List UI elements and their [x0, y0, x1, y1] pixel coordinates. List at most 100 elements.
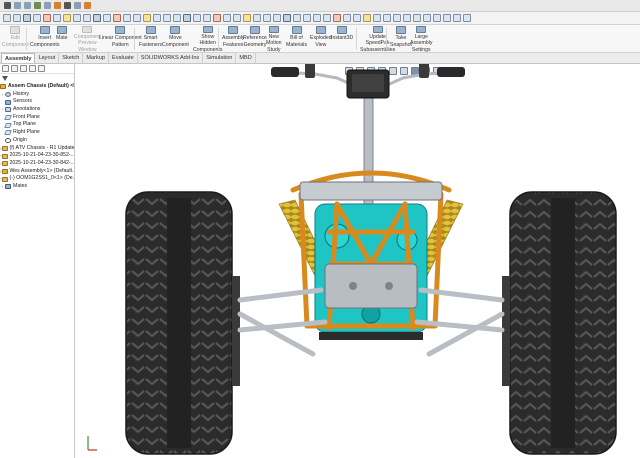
- tree-item[interactable]: › Mates: [0, 183, 74, 191]
- toolbar-tool-icon[interactable]: [113, 14, 121, 22]
- toolbar-tool-icon[interactable]: [233, 14, 241, 22]
- toolbar-tool-icon[interactable]: [323, 14, 331, 22]
- toolbar-tool-icon[interactable]: [463, 14, 471, 22]
- dimxpert-icon[interactable]: [29, 65, 36, 72]
- toolbar-tool-icon[interactable]: [163, 14, 171, 22]
- feature-manager-icon[interactable]: [2, 65, 9, 72]
- skid-plate[interactable]: [319, 332, 423, 340]
- tree-item[interactable]: › 2025-10-21-04-23-30-852-...: [0, 152, 74, 160]
- ribbon-button-exploded-view[interactable]: Exploded View: [310, 26, 332, 53]
- ribbon-button-smart-fasteners[interactable]: Smart Fasteners: [139, 26, 162, 53]
- tree-item[interactable]: › (-) OOM1G2SS1_0<1> (De...: [0, 175, 74, 183]
- toolbar-tool-icon[interactable]: [63, 14, 71, 22]
- select-icon[interactable]: [64, 2, 71, 9]
- toolbar-tool-icon[interactable]: [103, 14, 111, 22]
- tree-item[interactable]: › 2025-10-21-04-23-30-842-...: [0, 160, 74, 168]
- undo-icon[interactable]: [54, 2, 61, 9]
- tab-solidworks-add-ins[interactable]: SOLIDWORKS Add-Ins: [138, 53, 204, 63]
- toolbar-tool-icon[interactable]: [13, 14, 21, 22]
- tree-item[interactable]: › History: [0, 91, 74, 99]
- toolbar-tool-icon[interactable]: [43, 14, 51, 22]
- ribbon-button-component-preview-window[interactable]: Component Preview Window: [74, 26, 101, 53]
- toolbar-tool-icon[interactable]: [273, 14, 281, 22]
- toolbar-tool-icon[interactable]: [373, 14, 381, 22]
- toolbar-tool-icon[interactable]: [393, 14, 401, 22]
- ribbon-button-assembly-features[interactable]: Assembly Features: [222, 26, 245, 53]
- ribbon-button-new-motion-study[interactable]: New Motion Study: [266, 26, 282, 53]
- pointer-icon[interactable]: [4, 2, 11, 9]
- toolbar-tool-icon[interactable]: [93, 14, 101, 22]
- left-control-arms[interactable]: [237, 287, 328, 357]
- open-icon[interactable]: [24, 2, 31, 9]
- ribbon-button-move-component[interactable]: Move Component: [162, 26, 189, 53]
- toolbar-tool-icon[interactable]: [303, 14, 311, 22]
- tree-item[interactable]: Assem Chassis (Default) <Displ...: [0, 83, 74, 91]
- tree-item[interactable]: Front Plane: [0, 114, 74, 122]
- tree-item[interactable]: › Annotations: [0, 106, 74, 114]
- ribbon-button-take-snapshot[interactable]: Take Snapshot: [390, 26, 412, 53]
- tree-item[interactable]: Top Plane: [0, 121, 74, 129]
- toolbar-tool-icon[interactable]: [23, 14, 31, 22]
- tab-markup[interactable]: Markup: [83, 53, 109, 63]
- toolbar-tool-icon[interactable]: [153, 14, 161, 22]
- toolbar-tool-icon[interactable]: [223, 14, 231, 22]
- atv-chassis-model[interactable]: [75, 64, 640, 458]
- ribbon-button-edit-component[interactable]: Edit Component: [2, 26, 29, 53]
- toolbar-tool-icon[interactable]: [363, 14, 371, 22]
- toolbar-tool-icon[interactable]: [203, 14, 211, 22]
- toolbar-tool-icon[interactable]: [33, 14, 41, 22]
- save-icon[interactable]: [34, 2, 41, 9]
- toolbar-tool-icon[interactable]: [333, 14, 341, 22]
- print-icon[interactable]: [44, 2, 51, 9]
- tree-item[interactable]: › Wes Assembly<1> (Default...: [0, 168, 74, 176]
- tree-filter[interactable]: [0, 74, 74, 83]
- tree-item[interactable]: Sensors: [0, 98, 74, 106]
- toolbar-tool-icon[interactable]: [283, 14, 291, 22]
- tab-assembly[interactable]: Assembly: [1, 53, 36, 63]
- toolbar-tool-icon[interactable]: [343, 14, 351, 22]
- configuration-manager-icon[interactable]: [20, 65, 27, 72]
- toolbar-tool-icon[interactable]: [143, 14, 151, 22]
- tree-item[interactable]: Origin: [0, 137, 74, 145]
- ribbon-button-linear-component-pattern[interactable]: Linear Component Pattern: [99, 26, 142, 53]
- toolbar-tool-icon[interactable]: [243, 14, 251, 22]
- tab-mbd[interactable]: MBD: [236, 53, 256, 63]
- toolbar-tool-icon[interactable]: [433, 14, 441, 22]
- filter-icon[interactable]: [2, 76, 8, 81]
- toolbar-tool-icon[interactable]: [403, 14, 411, 22]
- toolbar-tool-icon[interactable]: [443, 14, 451, 22]
- toolbar-tool-icon[interactable]: [413, 14, 421, 22]
- toolbar-tool-icon[interactable]: [183, 14, 191, 22]
- tab-sketch[interactable]: Sketch: [59, 53, 84, 63]
- toolbar-tool-icon[interactable]: [3, 14, 11, 22]
- tab-simulation[interactable]: Simulation: [203, 53, 237, 63]
- toolbar-tool-icon[interactable]: [293, 14, 301, 22]
- toolbar-tool-icon[interactable]: [73, 14, 81, 22]
- toolbar-tool-icon[interactable]: [213, 14, 221, 22]
- display-manager-icon[interactable]: [38, 65, 45, 72]
- tree-item[interactable]: ›(f) ATV Chassis - R1 Updated...: [0, 145, 74, 153]
- toolbar-tool-icon[interactable]: [423, 14, 431, 22]
- tab-evaluate[interactable]: Evaluate: [109, 53, 138, 63]
- right-tire[interactable]: [502, 191, 617, 455]
- options-icon[interactable]: [84, 2, 91, 9]
- toolbar-tool-icon[interactable]: [263, 14, 271, 22]
- toolbar-tool-icon[interactable]: [383, 14, 391, 22]
- toolbar-tool-icon[interactable]: [253, 14, 261, 22]
- ribbon-button-insert-components[interactable]: Insert Components: [30, 26, 59, 53]
- rebuild-icon[interactable]: [74, 2, 81, 9]
- right-control-arms[interactable]: [414, 287, 505, 357]
- toolbar-tool-icon[interactable]: [453, 14, 461, 22]
- toolbar-tool-icon[interactable]: [53, 14, 61, 22]
- toolbar-tool-icon[interactable]: [133, 14, 141, 22]
- new-icon[interactable]: [14, 2, 21, 9]
- left-tire[interactable]: [125, 191, 240, 455]
- tab-layout[interactable]: Layout: [35, 53, 60, 63]
- ribbon-button-mate[interactable]: Mate: [56, 26, 68, 53]
- toolbar-tool-icon[interactable]: [313, 14, 321, 22]
- tree-item[interactable]: Right Plane: [0, 129, 74, 137]
- toolbar-tool-icon[interactable]: [123, 14, 131, 22]
- ribbon-button-instant3d[interactable]: Instant3D: [331, 26, 353, 53]
- toolbar-tool-icon[interactable]: [173, 14, 181, 22]
- graphics-viewport[interactable]: [75, 64, 640, 458]
